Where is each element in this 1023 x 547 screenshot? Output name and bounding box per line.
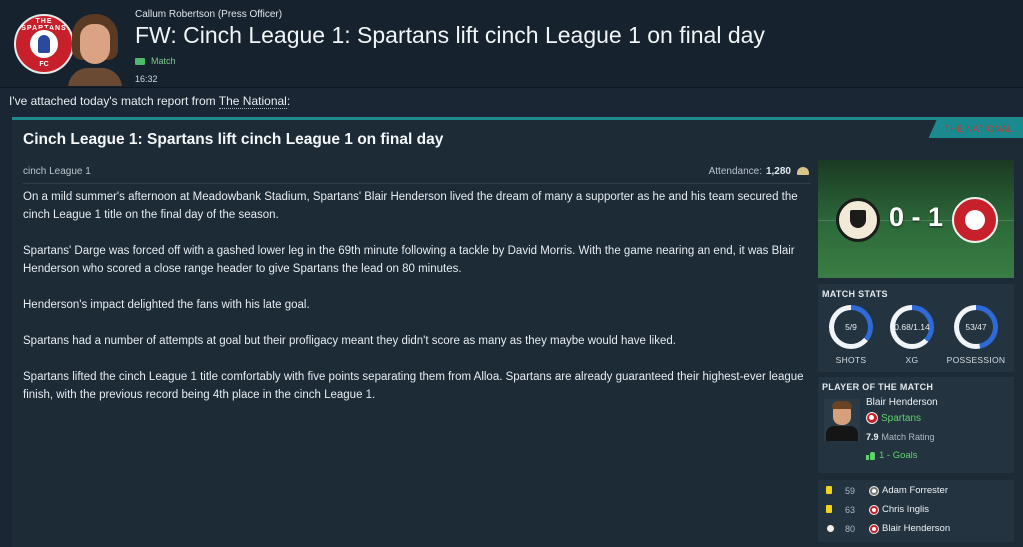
message-time: 16:32 <box>135 74 158 84</box>
sender-avatar[interactable] <box>66 12 124 86</box>
spartans-badge-icon <box>866 412 878 424</box>
attendance-value: 1,280 <box>765 166 791 177</box>
spartans-badge-icon <box>869 524 879 534</box>
yellow-card-icon <box>826 486 832 494</box>
match-stats-card: MATCH STATS 5/9 SHOTS 0.68/1.14 XG 53/47… <box>818 284 1014 372</box>
message-tag: Match <box>135 56 176 66</box>
potm-club[interactable]: Spartans <box>866 412 921 424</box>
match-tag-icon <box>135 57 145 65</box>
competition-link[interactable]: cinch League 1 <box>23 166 91 177</box>
match-stats-title: MATCH STATS <box>822 289 888 299</box>
potm-rating: 7.9 Match Rating <box>866 432 935 442</box>
newspaper-ribbon: THE NATIONAL <box>928 120 1023 138</box>
possession-label: POSSESSION <box>946 355 1006 365</box>
match-event-row[interactable]: 59 Adam Forrester <box>818 483 1014 501</box>
event-player: Chris Inglis <box>882 504 929 515</box>
event-minute: 59 <box>845 486 856 496</box>
badge-crest-icon <box>28 28 60 60</box>
goal-ball-icon <box>826 524 835 533</box>
report-title: Cinch League 1: Spartans lift cinch Leag… <box>23 131 444 148</box>
stat-possession: 53/47 POSSESSION <box>946 305 1006 365</box>
intro-line: I've attached today's match report from … <box>9 94 291 109</box>
report-paragraph: Spartans had a number of attempts at goa… <box>23 335 676 347</box>
report-paragraph: On a mild summer's afternoon at Meadowba… <box>23 191 798 221</box>
event-minute: 63 <box>845 505 856 515</box>
yellow-card-icon <box>826 505 832 513</box>
home-team-badge-icon <box>869 486 879 496</box>
intro-prefix: I've attached today's match report from <box>9 94 219 108</box>
attendance-label: Attendance: <box>708 166 762 177</box>
event-player: Adam Forrester <box>882 485 948 496</box>
potm-rating-value: 7.9 <box>866 432 879 442</box>
report-body: On a mild summer's afternoon at Meadowba… <box>23 188 809 422</box>
club-badge-logo[interactable]: THE SPARTANS FC <box>14 14 74 74</box>
shots-ring: 5/9 <box>829 305 873 349</box>
report-meta: cinch League 1 Attendance: 1,280 <box>23 164 811 184</box>
potm-title: PLAYER OF THE MATCH <box>822 382 934 392</box>
xg-ring: 0.68/1.14 <box>890 305 934 349</box>
potm-player-name[interactable]: Blair Henderson <box>866 397 938 408</box>
potm-goals-text: 1 - Goals <box>879 450 918 461</box>
away-team-badge-icon[interactable] <box>952 197 998 243</box>
badge-bottom-text: FC <box>39 61 49 68</box>
xg-label: XG <box>905 355 919 365</box>
crowd-icon <box>795 167 811 176</box>
match-events-card: 59 Adam Forrester 63 Chris Inglis 80 Bla… <box>818 480 1014 542</box>
scoreboard-card[interactable]: 0 - 1 <box>818 160 1014 278</box>
attendance: Attendance: 1,280 <box>709 166 811 177</box>
potm-photo[interactable] <box>824 399 860 441</box>
possession-ring: 53/47 <box>954 305 998 349</box>
newspaper-link[interactable]: The National <box>218 94 287 109</box>
player-of-the-match-card: PLAYER OF THE MATCH Blair Henderson Spar… <box>818 377 1014 473</box>
event-minute: 80 <box>845 524 856 534</box>
intro-suffix: : <box>286 94 291 108</box>
match-score: 0 - 1 <box>888 202 944 232</box>
spartans-badge-icon <box>869 505 879 515</box>
thumbs-up-icon <box>866 451 875 460</box>
report-paragraph: Spartans lifted the cinch League 1 title… <box>23 371 804 401</box>
tag-label: Match <box>151 56 176 66</box>
message-subject: FW: Cinch League 1: Spartans lift cinch … <box>135 22 765 48</box>
stat-shots: 5/9 SHOTS <box>821 305 881 365</box>
report-paragraph: Henderson's impact delighted the fans wi… <box>23 299 310 311</box>
home-team-badge-icon[interactable] <box>836 198 880 242</box>
shots-label: SHOTS <box>835 355 867 365</box>
stat-xg: 0.68/1.14 XG <box>882 305 942 365</box>
match-event-row[interactable]: 80 Blair Henderson <box>818 521 1014 539</box>
message-header: THE SPARTANS FC Callum Robertson (Press … <box>0 0 1023 88</box>
shots-value: 5/9 <box>834 310 868 344</box>
possession-value: 53/47 <box>959 310 993 344</box>
potm-rating-label: Match Rating <box>881 432 935 442</box>
event-player: Blair Henderson <box>882 523 951 534</box>
potm-club-name: Spartans <box>881 412 922 424</box>
match-event-row[interactable]: 63 Chris Inglis <box>818 502 1014 520</box>
xg-value: 0.68/1.14 <box>894 310 930 344</box>
sender-name[interactable]: Callum Robertson (Press Officer) <box>135 9 282 20</box>
report-paragraph: Spartans' Darge was forced off with a ga… <box>23 245 795 275</box>
potm-goals: 1 - Goals <box>866 450 918 461</box>
